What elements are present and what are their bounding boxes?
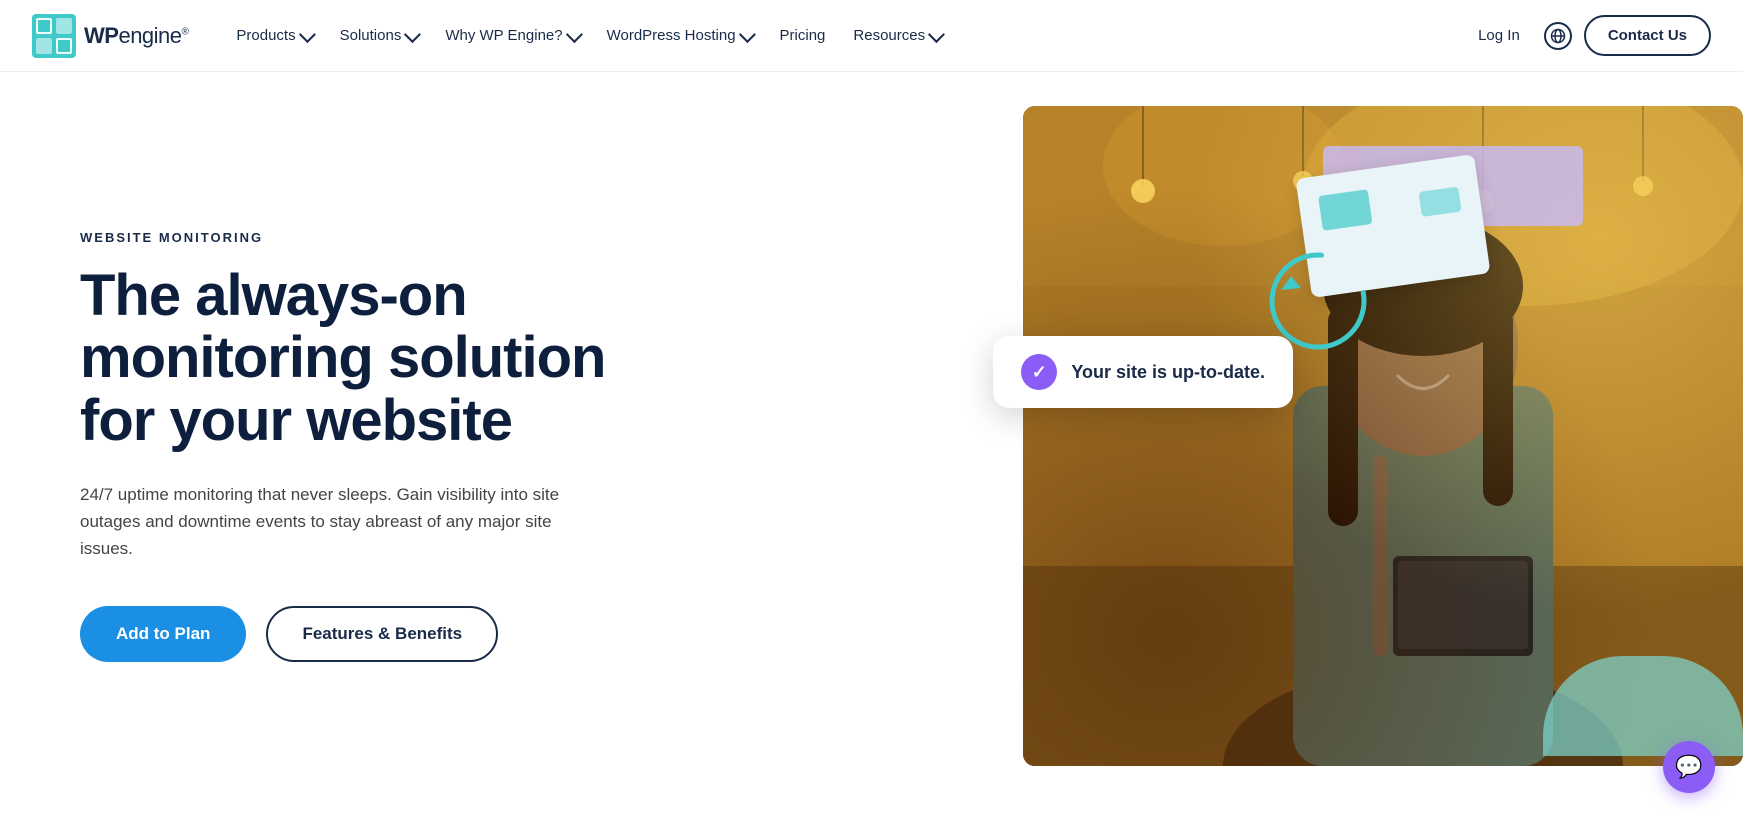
logo-text: WPengine® bbox=[84, 23, 188, 49]
hero-image-area: ✓ Your site is up-to-date. bbox=[720, 136, 1663, 756]
hero-title: The always-on monitoring solution for yo… bbox=[80, 265, 680, 453]
logo[interactable]: WPengine® bbox=[32, 14, 188, 58]
chevron-down-icon bbox=[738, 26, 755, 43]
status-card-text: Your site is up-to-date. bbox=[1071, 362, 1265, 383]
features-benefits-button[interactable]: Features & Benefits bbox=[266, 606, 498, 662]
globe-icon[interactable] bbox=[1544, 22, 1572, 50]
nav-item-products[interactable]: Products bbox=[224, 19, 323, 52]
nav-item-hosting[interactable]: WordPress Hosting bbox=[595, 19, 764, 52]
hero-content: WEBSITE MONITORING The always-on monitor… bbox=[80, 230, 680, 662]
nav-item-pricing[interactable]: Pricing bbox=[768, 19, 838, 52]
nav-item-solutions[interactable]: Solutions bbox=[328, 19, 430, 52]
add-to-plan-button[interactable]: Add to Plan bbox=[80, 606, 246, 662]
hero-description: 24/7 uptime monitoring that never sleeps… bbox=[80, 481, 580, 563]
login-link[interactable]: Log In bbox=[1466, 19, 1532, 52]
nav-links: Products Solutions Why WP Engine? WordPr… bbox=[224, 19, 1466, 52]
nav-item-why[interactable]: Why WP Engine? bbox=[433, 19, 590, 52]
nav-item-resources[interactable]: Resources bbox=[841, 19, 953, 52]
hero-section: WEBSITE MONITORING The always-on monitor… bbox=[0, 72, 1743, 820]
chevron-down-icon bbox=[928, 26, 945, 43]
logo-icon bbox=[32, 14, 76, 58]
chat-icon: 💬 bbox=[1675, 754, 1702, 780]
status-check-icon: ✓ bbox=[1021, 354, 1057, 390]
navbar: WPengine® Products Solutions Why WP Engi… bbox=[0, 0, 1743, 72]
hero-category: WEBSITE MONITORING bbox=[80, 230, 680, 245]
chat-bubble-button[interactable]: 💬 bbox=[1663, 741, 1715, 793]
contact-us-button[interactable]: Contact Us bbox=[1584, 15, 1711, 56]
chevron-down-icon bbox=[299, 26, 316, 43]
hero-buttons: Add to Plan Features & Benefits bbox=[80, 606, 680, 662]
chevron-down-icon bbox=[566, 26, 583, 43]
status-card: ✓ Your site is up-to-date. bbox=[993, 336, 1293, 408]
chevron-down-icon bbox=[404, 26, 421, 43]
nav-right: Log In Contact Us bbox=[1466, 15, 1711, 56]
